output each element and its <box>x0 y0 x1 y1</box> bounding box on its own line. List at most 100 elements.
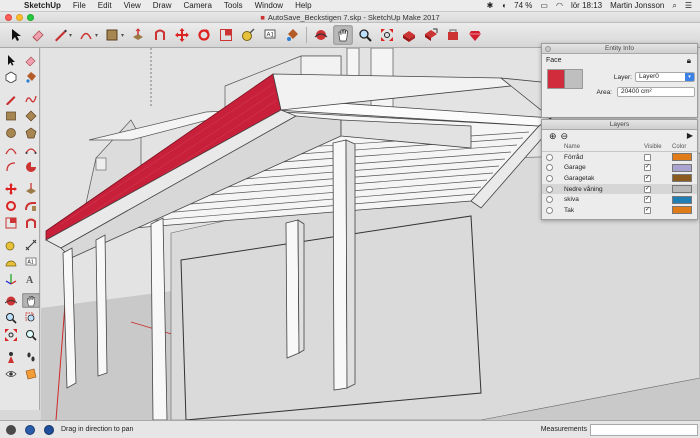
measurements-input[interactable] <box>590 423 698 436</box>
layer-color-swatch[interactable] <box>672 206 692 215</box>
ruby-console-button[interactable] <box>465 25 485 45</box>
menu-draw[interactable]: Draw <box>147 1 178 10</box>
column-color[interactable]: Color <box>672 144 697 150</box>
move-tool-button[interactable] <box>172 25 192 45</box>
3d-warehouse-button[interactable] <box>399 25 419 45</box>
layer-color-swatch[interactable] <box>672 185 692 194</box>
battery-icon[interactable]: ▭ <box>540 1 548 10</box>
active-layer-radio[interactable] <box>546 174 553 182</box>
layer-color-swatch[interactable] <box>672 195 692 204</box>
active-layer-radio[interactable] <box>546 164 553 172</box>
rotate-tool-button[interactable] <box>194 25 214 45</box>
palette-zoom-button[interactable] <box>2 310 20 325</box>
paint-bucket-tool-button[interactable] <box>282 25 302 45</box>
scale-tool-button[interactable] <box>216 25 236 45</box>
menu-help[interactable]: Help <box>289 1 317 10</box>
active-layer-radio[interactable] <box>546 196 553 204</box>
shape-tool-caret-icon[interactable]: ▾ <box>121 32 124 39</box>
layer-row[interactable]: Förråd <box>542 152 697 163</box>
share-model-button[interactable] <box>421 25 441 45</box>
details-arrow-icon[interactable]: ▶ <box>687 131 693 140</box>
layer-color-swatch[interactable] <box>672 174 692 183</box>
panel-close-button[interactable] <box>545 46 551 52</box>
arc-tool-button[interactable] <box>76 25 96 45</box>
spotlight-icon[interactable]: ⌕ <box>672 1 676 11</box>
active-layer-radio[interactable] <box>546 206 553 214</box>
add-layer-button[interactable]: ⊕ <box>549 131 557 142</box>
select-tool-button[interactable] <box>6 25 26 45</box>
layers-header[interactable]: Layers <box>542 120 697 130</box>
palette-freehand-button[interactable] <box>22 91 40 106</box>
entity-info-header[interactable]: Entity Info <box>542 44 697 54</box>
line-tool-caret-icon[interactable]: ▾ <box>69 32 72 39</box>
palette-text-button[interactable]: A1 <box>22 254 40 269</box>
layer-visible-checkbox[interactable] <box>644 153 651 161</box>
layer-visible-checkbox[interactable]: ✓ <box>644 185 651 193</box>
palette-dimension-button[interactable] <box>22 237 40 252</box>
palette-pie-button[interactable] <box>22 159 40 174</box>
palette-offset-button[interactable] <box>22 215 40 230</box>
palette-polygon-button[interactable] <box>22 125 40 140</box>
layer-color-swatch[interactable] <box>672 153 692 162</box>
palette-zoom-extents-button[interactable] <box>2 327 20 342</box>
palette-scale-button[interactable] <box>2 215 20 230</box>
arc-tool-caret-icon[interactable]: ▾ <box>95 32 98 39</box>
layer-row[interactable]: Tak ✓ <box>542 205 697 216</box>
palette-previous-view-button[interactable] <box>22 327 40 342</box>
layer-name[interactable]: Garage <box>564 164 644 171</box>
palette-tape-measure-button[interactable] <box>2 237 20 252</box>
layer-row[interactable]: Garage ✓ <box>542 163 697 174</box>
menu-camera[interactable]: Camera <box>177 1 217 10</box>
layer-row[interactable]: Garagetak ✓ <box>542 173 697 184</box>
palette-push-pull-button[interactable] <box>22 181 40 196</box>
zoom-extents-tool-button[interactable] <box>377 25 397 45</box>
palette-arc-button[interactable] <box>2 142 20 157</box>
palette-circle-button[interactable] <box>2 125 20 140</box>
layer-visible-checkbox[interactable]: ✓ <box>644 164 651 172</box>
palette-line-button[interactable] <box>2 91 20 106</box>
remove-layer-button[interactable]: ⊖ <box>561 131 569 142</box>
layer-name[interactable]: Förråd <box>564 154 644 161</box>
menu-tools[interactable]: Tools <box>218 1 249 10</box>
layer-row[interactable]: Nedre våning ✓ <box>542 183 697 195</box>
layer-visible-checkbox[interactable]: ✓ <box>644 206 651 214</box>
text-tool-button[interactable]: A1 <box>260 25 280 45</box>
palette-rectangle-button[interactable] <box>2 108 20 123</box>
orbit-tool-button[interactable] <box>311 25 331 45</box>
user-name[interactable]: Martin Jonsson <box>610 1 664 10</box>
pan-tool-button[interactable] <box>333 25 354 45</box>
palette-select-button[interactable] <box>2 52 20 67</box>
layer-name[interactable]: Tak <box>564 207 644 214</box>
layer-name[interactable]: Garagetak <box>564 175 644 182</box>
menu-app-name[interactable]: SketchUp <box>18 1 67 10</box>
bluetooth-icon[interactable]: ✱ <box>487 1 494 10</box>
clock[interactable]: lör 18:13 <box>571 1 602 10</box>
layer-name[interactable]: Nedre våning <box>564 186 644 193</box>
menu-window[interactable]: Window <box>249 1 289 10</box>
line-tool-button[interactable] <box>50 25 70 45</box>
user-account-icon[interactable] <box>44 424 54 435</box>
palette-eraser-button[interactable] <box>22 52 40 67</box>
palette-pan-button[interactable] <box>22 293 40 308</box>
zoom-tool-button[interactable] <box>355 25 375 45</box>
layer-visible-checkbox[interactable]: ✓ <box>644 196 651 204</box>
back-material-swatch[interactable] <box>565 70 582 88</box>
front-material-swatch[interactable] <box>548 70 565 88</box>
palette-position-camera-button[interactable] <box>2 349 20 364</box>
palette-axes-button[interactable] <box>2 271 20 286</box>
credits-icon[interactable] <box>25 424 35 435</box>
palette-orbit-button[interactable] <box>2 293 20 308</box>
menu-edit[interactable]: Edit <box>92 1 118 10</box>
shape-tool-button[interactable] <box>102 25 122 45</box>
wifi-icon[interactable]: ◠ <box>556 1 563 10</box>
layer-row[interactable]: skiva ✓ <box>542 194 697 205</box>
eraser-tool-button[interactable] <box>28 25 48 45</box>
palette-3point-arc-button[interactable] <box>2 159 20 174</box>
layer-dropdown[interactable]: Layer0 ▾ <box>635 72 695 82</box>
battery-percent[interactable]: 74 % <box>514 1 532 10</box>
palette-section-plane-button[interactable] <box>22 366 40 381</box>
palette-follow-me-button[interactable] <box>22 198 40 213</box>
palette-rotate-button[interactable] <box>2 198 20 213</box>
palette-paint-bucket-button[interactable] <box>22 69 40 84</box>
layer-name[interactable]: skiva <box>564 196 644 203</box>
